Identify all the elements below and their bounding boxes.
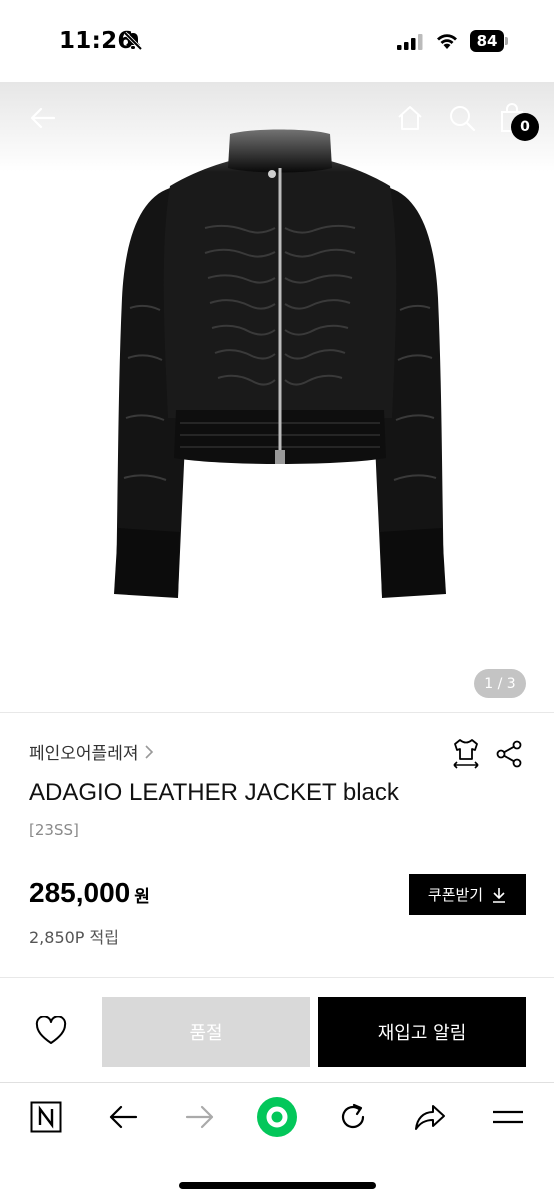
product-title: ADAGIO LEATHER JACKET black (29, 779, 399, 806)
refresh-button[interactable] (333, 1097, 373, 1137)
bell-off-icon (123, 31, 143, 51)
restock-alert-button[interactable]: 재입고 알림 (318, 997, 526, 1067)
coupon-download-button[interactable]: 쿠폰받기 (409, 874, 526, 915)
brand-name: 페인오어플레져 (29, 744, 139, 764)
divider (0, 712, 554, 713)
coupon-button-label: 쿠폰받기 (427, 886, 484, 904)
price-currency: 원 (134, 887, 150, 907)
search-icon (450, 106, 476, 132)
season-tag: [23SS] (29, 821, 79, 839)
browser-forward-button[interactable] (180, 1097, 220, 1137)
menu-button[interactable] (488, 1097, 528, 1137)
home-button[interactable] (392, 100, 428, 136)
back-arrow-icon (109, 1105, 138, 1129)
forward-arrow-icon (185, 1105, 214, 1129)
battery-indicator: 84 (470, 30, 508, 52)
back-button[interactable] (25, 100, 61, 136)
share-icon[interactable] (495, 740, 523, 768)
home-icon (398, 106, 422, 130)
battery-level: 84 (470, 30, 504, 52)
chevron-right-icon (145, 744, 154, 759)
home-indicator (179, 1182, 376, 1189)
price-value: 285,000 (29, 877, 131, 908)
naver-home-button[interactable] (26, 1097, 66, 1137)
battery-tip (505, 37, 508, 45)
green-dot-button[interactable] (256, 1096, 298, 1138)
cellular-signal-icon (397, 34, 423, 50)
menu-icon (493, 1110, 523, 1124)
browser-back-button[interactable] (103, 1097, 143, 1137)
brand-link[interactable]: 페인오어플레져 (29, 739, 154, 764)
divider (0, 977, 554, 978)
share-arrow-icon (415, 1105, 445, 1130)
download-icon (493, 887, 506, 903)
status-bar: 11:26 84 (0, 0, 554, 82)
browser-share-button[interactable] (410, 1097, 450, 1137)
search-button[interactable] (444, 100, 480, 136)
back-arrow-icon (30, 107, 56, 129)
reward-points: 2,850P 적립 (29, 928, 119, 947)
naver-n-icon (30, 1101, 62, 1133)
gallery-page-indicator: 1 / 3 (474, 669, 526, 698)
price: 285,000 원 (29, 877, 150, 909)
size-guide-icon[interactable] (451, 737, 481, 769)
heart-icon[interactable] (35, 1016, 67, 1046)
browser-toolbar (0, 1082, 554, 1200)
wifi-icon (437, 34, 457, 49)
refresh-icon (341, 1103, 365, 1129)
green-dot-icon (257, 1097, 297, 1137)
soldout-button[interactable]: 품절 (102, 997, 310, 1067)
product-image-jacket (114, 129, 446, 598)
cart-count-badge: 0 (511, 113, 539, 141)
product-image-gallery[interactable] (0, 82, 554, 712)
